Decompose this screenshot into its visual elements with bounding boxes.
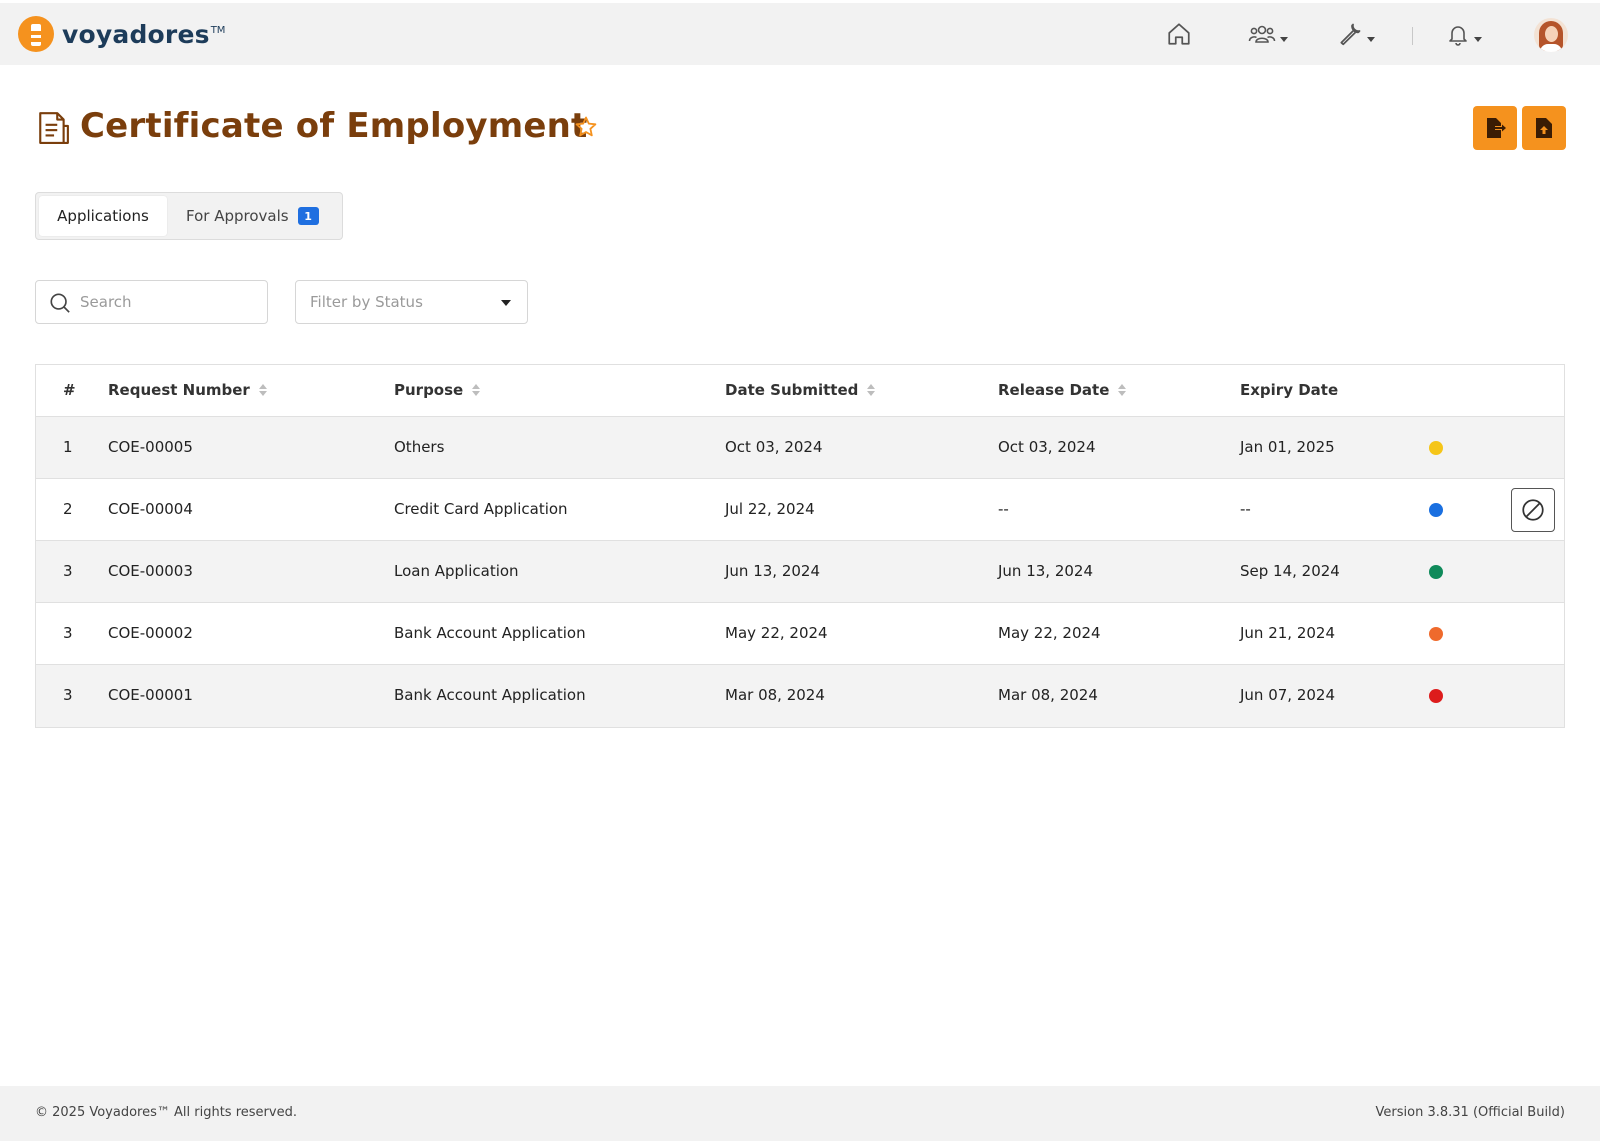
chevron-down-icon bbox=[501, 300, 511, 306]
cell-date-submitted: Oct 03, 2024 bbox=[725, 438, 823, 456]
cell-request-number: COE-00005 bbox=[108, 438, 193, 456]
wrench-icon bbox=[1340, 23, 1361, 46]
file-upload-icon bbox=[1536, 118, 1552, 138]
page-title: Certificate of Employment bbox=[80, 106, 588, 146]
nav-notifications-button[interactable] bbox=[1446, 17, 1482, 51]
cell-request-number: COE-00002 bbox=[108, 624, 193, 642]
lighthouse-logo-icon bbox=[18, 16, 54, 52]
top-navbar: voyadores TM bbox=[0, 3, 1600, 65]
upload-button[interactable] bbox=[1522, 106, 1566, 150]
nav-home-button[interactable] bbox=[1166, 17, 1192, 51]
status-dot bbox=[1429, 627, 1443, 641]
document-icon bbox=[39, 112, 69, 144]
cell-expiry-date: Jan 01, 2025 bbox=[1240, 438, 1335, 456]
sort-icon bbox=[258, 384, 267, 396]
chevron-down-icon bbox=[1367, 36, 1375, 42]
cell-release-date: Mar 08, 2024 bbox=[998, 686, 1098, 704]
column-header-request-number[interactable]: Request Number bbox=[108, 381, 267, 399]
cell-release-date: Oct 03, 2024 bbox=[998, 438, 1096, 456]
table-row[interactable]: 3 COE-00002 Bank Account Application May… bbox=[36, 603, 1564, 665]
file-export-icon bbox=[1487, 118, 1506, 138]
tab-applications[interactable]: Applications bbox=[39, 196, 167, 236]
export-button[interactable] bbox=[1473, 106, 1517, 150]
table-header: # Request Number Purpose Date Submitted … bbox=[36, 365, 1564, 417]
nav-people-button[interactable] bbox=[1248, 17, 1288, 51]
table-row[interactable]: 3 COE-00003 Loan Application Jun 13, 202… bbox=[36, 541, 1564, 603]
cell-number: 1 bbox=[63, 438, 73, 456]
brand-logo[interactable]: voyadores TM bbox=[18, 16, 225, 52]
cell-request-number: COE-00004 bbox=[108, 500, 193, 518]
sort-icon bbox=[867, 384, 876, 396]
applications-table: # Request Number Purpose Date Submitted … bbox=[35, 364, 1565, 728]
nav-tools-button[interactable] bbox=[1337, 17, 1375, 51]
cell-date-submitted: Mar 08, 2024 bbox=[725, 686, 825, 704]
status-dot bbox=[1429, 689, 1443, 703]
cell-date-submitted: Jul 22, 2024 bbox=[725, 500, 815, 518]
chevron-down-icon bbox=[1280, 36, 1288, 42]
cell-expiry-date: Jun 07, 2024 bbox=[1240, 686, 1336, 704]
column-header-purpose[interactable]: Purpose bbox=[394, 381, 481, 399]
cancel-request-button[interactable] bbox=[1511, 488, 1555, 532]
cell-purpose: Others bbox=[394, 438, 445, 456]
cell-date-submitted: Jun 13, 2024 bbox=[725, 562, 821, 580]
table-row[interactable]: 3 COE-00001 Bank Account Application Mar… bbox=[36, 665, 1564, 727]
users-icon bbox=[1248, 25, 1276, 43]
cell-number: 3 bbox=[63, 562, 73, 580]
cell-request-number: COE-00001 bbox=[108, 686, 193, 704]
column-header-date-submitted[interactable]: Date Submitted bbox=[725, 381, 876, 399]
status-filter-placeholder: Filter by Status bbox=[310, 293, 423, 311]
brand-trademark: TM bbox=[210, 24, 226, 36]
brand-name: voyadores bbox=[62, 19, 210, 49]
column-header-expiry-date: Expiry Date bbox=[1240, 381, 1339, 399]
cell-request-number: COE-00003 bbox=[108, 562, 193, 580]
search-input[interactable] bbox=[80, 282, 260, 322]
status-dot bbox=[1429, 503, 1443, 517]
cell-purpose: Bank Account Application bbox=[394, 624, 586, 642]
footer-copyright: © 2025 Voyadores™ All rights reserved. bbox=[35, 1105, 297, 1120]
search-box bbox=[35, 280, 268, 324]
column-header-number: # bbox=[63, 381, 76, 399]
search-icon bbox=[50, 293, 70, 313]
status-dot bbox=[1429, 565, 1443, 579]
cell-expiry-date: Jun 21, 2024 bbox=[1240, 624, 1336, 642]
bell-icon bbox=[1449, 26, 1467, 46]
cell-expiry-date: Sep 14, 2024 bbox=[1240, 562, 1340, 580]
tab-for-approvals[interactable]: For Approvals 1 bbox=[186, 196, 319, 236]
cell-date-submitted: May 22, 2024 bbox=[725, 624, 828, 642]
sort-icon bbox=[1118, 384, 1127, 396]
cell-release-date: Jun 13, 2024 bbox=[998, 562, 1094, 580]
cancel-icon bbox=[1522, 499, 1544, 521]
cell-number: 3 bbox=[63, 624, 73, 642]
chevron-down-icon bbox=[1474, 36, 1482, 42]
table-row[interactable]: 1 COE-00005 Others Oct 03, 2024 Oct 03, … bbox=[36, 417, 1564, 479]
home-icon bbox=[1168, 23, 1190, 45]
cell-expiry-date: -- bbox=[1240, 500, 1251, 518]
footer-version: Version 3.8.31 (Official Build) bbox=[1375, 1105, 1565, 1120]
cell-purpose: Bank Account Application bbox=[394, 686, 586, 704]
cell-release-date: May 22, 2024 bbox=[998, 624, 1101, 642]
cell-purpose: Credit Card Application bbox=[394, 500, 568, 518]
status-filter-select[interactable]: Filter by Status bbox=[295, 280, 528, 324]
table-row[interactable]: 2 COE-00004 Credit Card Application Jul … bbox=[36, 479, 1564, 541]
column-header-release-date[interactable]: Release Date bbox=[998, 381, 1127, 399]
cell-number: 3 bbox=[63, 686, 73, 704]
cell-release-date: -- bbox=[998, 500, 1009, 518]
sort-icon bbox=[472, 384, 481, 396]
status-dot bbox=[1429, 441, 1443, 455]
nav-divider bbox=[1412, 27, 1413, 45]
approvals-count-badge: 1 bbox=[297, 207, 319, 225]
user-avatar[interactable] bbox=[1534, 18, 1568, 52]
footer: © 2025 Voyadores™ All rights reserved. V… bbox=[0, 1086, 1600, 1141]
star-icon[interactable] bbox=[574, 115, 598, 139]
tab-bar: Applications For Approvals 1 bbox=[35, 192, 343, 240]
cell-purpose: Loan Application bbox=[394, 562, 519, 580]
cell-number: 2 bbox=[63, 500, 73, 518]
